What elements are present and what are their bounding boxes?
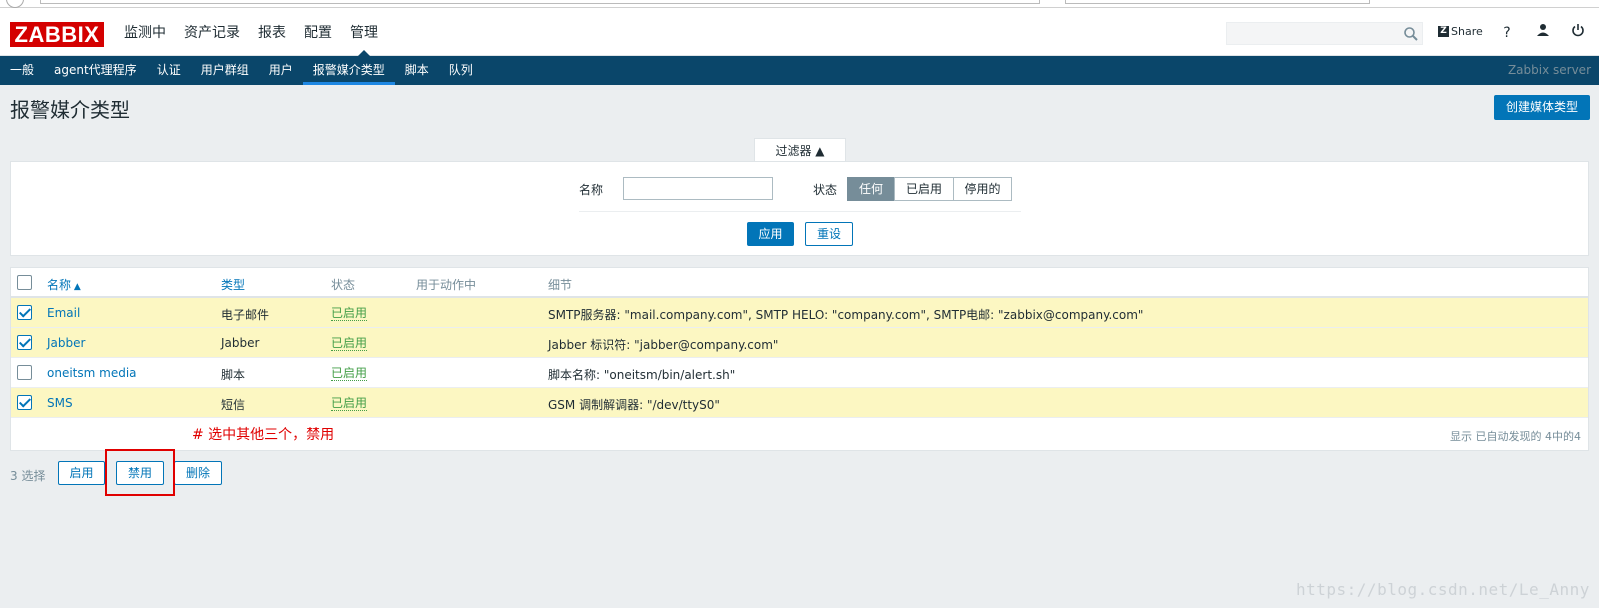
- table-row: oneitsm media 脚本 已启用 脚本名称: "oneitsm/bin/…: [11, 358, 1588, 388]
- filter-apply-button[interactable]: 应用: [747, 222, 794, 246]
- media-details: Jabber 标识符: "jabber@company.com": [548, 338, 779, 352]
- column-type-header[interactable]: 类型: [221, 276, 245, 293]
- logout-power-icon[interactable]: [1568, 23, 1588, 43]
- row-checkbox[interactable]: [17, 395, 32, 410]
- page-title: 报警媒介类型: [10, 98, 130, 122]
- main-nav-inventory[interactable]: 资产记录: [175, 8, 249, 56]
- media-type: 短信: [221, 398, 246, 412]
- media-type: Jabber: [221, 336, 260, 350]
- help-icon[interactable]: ?: [1497, 23, 1517, 43]
- server-name: Zabbix server: [1507, 63, 1591, 77]
- user-profile-icon[interactable]: [1533, 23, 1553, 43]
- subnav-authentication[interactable]: 认证: [147, 56, 191, 85]
- column-name-label: 名称: [47, 278, 72, 292]
- subnav-general[interactable]: 一般: [0, 56, 44, 85]
- media-type: 脚本: [221, 368, 246, 382]
- row-checkbox[interactable]: [17, 335, 32, 350]
- status-toggle[interactable]: 已启用: [331, 306, 368, 321]
- annotation-text: # 选中其他三个，禁用: [192, 427, 335, 443]
- main-nav: 监测中 资产记录 报表 配置 管理: [115, 8, 387, 57]
- select-all-checkbox[interactable]: [17, 275, 32, 290]
- sub-nav: 一般 agent代理程序 认证 用户群组 用户 报警媒介类型 脚本 队列 Zab…: [0, 56, 1599, 85]
- column-used-in-actions-header: 用于动作中: [416, 278, 477, 292]
- media-details: 脚本名称: "oneitsm/bin/alert.sh": [548, 368, 736, 382]
- main-nav-reports[interactable]: 报表: [249, 8, 295, 56]
- highlight-box: [105, 449, 175, 496]
- media-name-link[interactable]: oneitsm media: [47, 366, 137, 380]
- media-details: SMTP服务器: "mail.company.com", SMTP HELO: …: [548, 308, 1144, 322]
- zabbix-logo[interactable]: ZABBIX: [10, 22, 104, 47]
- share-label: Share: [1451, 25, 1483, 38]
- media-name-link[interactable]: Email: [47, 306, 80, 320]
- column-details-header: 细节: [548, 278, 573, 292]
- column-status-header: 状态: [331, 278, 356, 292]
- top-header: ZABBIX 监测中 资产记录 报表 配置 管理 Z Share ?: [0, 8, 1599, 57]
- table-header: 名称 ▲ 类型 状态 用于动作中 细节: [11, 268, 1588, 298]
- status-option-any[interactable]: 任何: [847, 177, 895, 201]
- table-row: Email 电子邮件 已启用 SMTP服务器: "mail.company.co…: [11, 298, 1588, 328]
- table-footer-info: 显示 已自动发现的 4中的4: [1450, 430, 1581, 443]
- main-nav-administration[interactable]: 管理: [341, 8, 387, 57]
- main-nav-monitoring[interactable]: 监测中: [115, 8, 175, 56]
- status-option-enabled[interactable]: 已启用: [894, 177, 954, 201]
- browser-address-bar: [40, 0, 1040, 4]
- subnav-queue[interactable]: 队列: [439, 56, 483, 85]
- zabbix-share-icon: Z: [1438, 26, 1449, 37]
- filter-divider: [579, 211, 1021, 212]
- main-nav-configuration[interactable]: 配置: [295, 8, 341, 56]
- media-name-link[interactable]: Jabber: [47, 336, 85, 350]
- column-name-header[interactable]: 名称 ▲: [47, 276, 81, 293]
- filter-name-input[interactable]: [623, 177, 773, 200]
- filter-toggle-tab[interactable]: 过滤器 ▲: [754, 138, 846, 162]
- share-link[interactable]: Z Share: [1438, 25, 1483, 38]
- selected-count: 3 选择: [10, 469, 46, 483]
- media-name-link[interactable]: SMS: [47, 396, 73, 410]
- table-row: Jabber Jabber 已启用 Jabber 标识符: "jabber@co…: [11, 328, 1588, 358]
- subnav-user-groups[interactable]: 用户群组: [191, 56, 259, 85]
- status-option-disabled[interactable]: 停用的: [953, 177, 1012, 201]
- filter-reset-button[interactable]: 重设: [805, 222, 853, 246]
- media-type: 电子邮件: [221, 308, 270, 322]
- row-checkbox[interactable]: [17, 305, 32, 320]
- status-toggle[interactable]: 已启用: [331, 336, 368, 351]
- filter-status-label: 状态: [813, 183, 838, 197]
- watermark: https://blog.csdn.net/Le_Anny: [1296, 580, 1590, 599]
- subnav-proxies[interactable]: agent代理程序: [44, 56, 147, 85]
- search-input[interactable]: [1226, 22, 1423, 45]
- status-toggle[interactable]: 已启用: [331, 366, 368, 381]
- filter-tab-label: 过滤器: [775, 144, 812, 158]
- row-checkbox[interactable]: [17, 365, 32, 380]
- sort-asc-icon: ▲: [71, 282, 81, 292]
- create-media-type-button[interactable]: 创建媒体类型: [1494, 95, 1590, 120]
- caret-up-icon: ▲: [815, 144, 825, 158]
- subnav-scripts[interactable]: 脚本: [395, 56, 439, 85]
- subnav-media-types[interactable]: 报警媒介类型: [302, 56, 395, 85]
- subnav-users[interactable]: 用户: [259, 56, 303, 85]
- filter-panel: [10, 161, 1589, 256]
- table-row: SMS 短信 已启用 GSM 调制解调器: "/dev/ttyS0": [11, 388, 1588, 418]
- delete-button[interactable]: 删除: [174, 461, 222, 485]
- status-toggle[interactable]: 已启用: [331, 396, 368, 411]
- browser-chrome-strip: [0, 0, 1599, 8]
- browser-button: [6, 0, 24, 8]
- filter-name-label: 名称: [579, 183, 604, 197]
- media-details: GSM 调制解调器: "/dev/ttyS0": [548, 398, 720, 412]
- search-icon[interactable]: [1402, 25, 1420, 43]
- browser-search-bar: [1065, 0, 1370, 4]
- enable-button[interactable]: 启用: [58, 461, 105, 485]
